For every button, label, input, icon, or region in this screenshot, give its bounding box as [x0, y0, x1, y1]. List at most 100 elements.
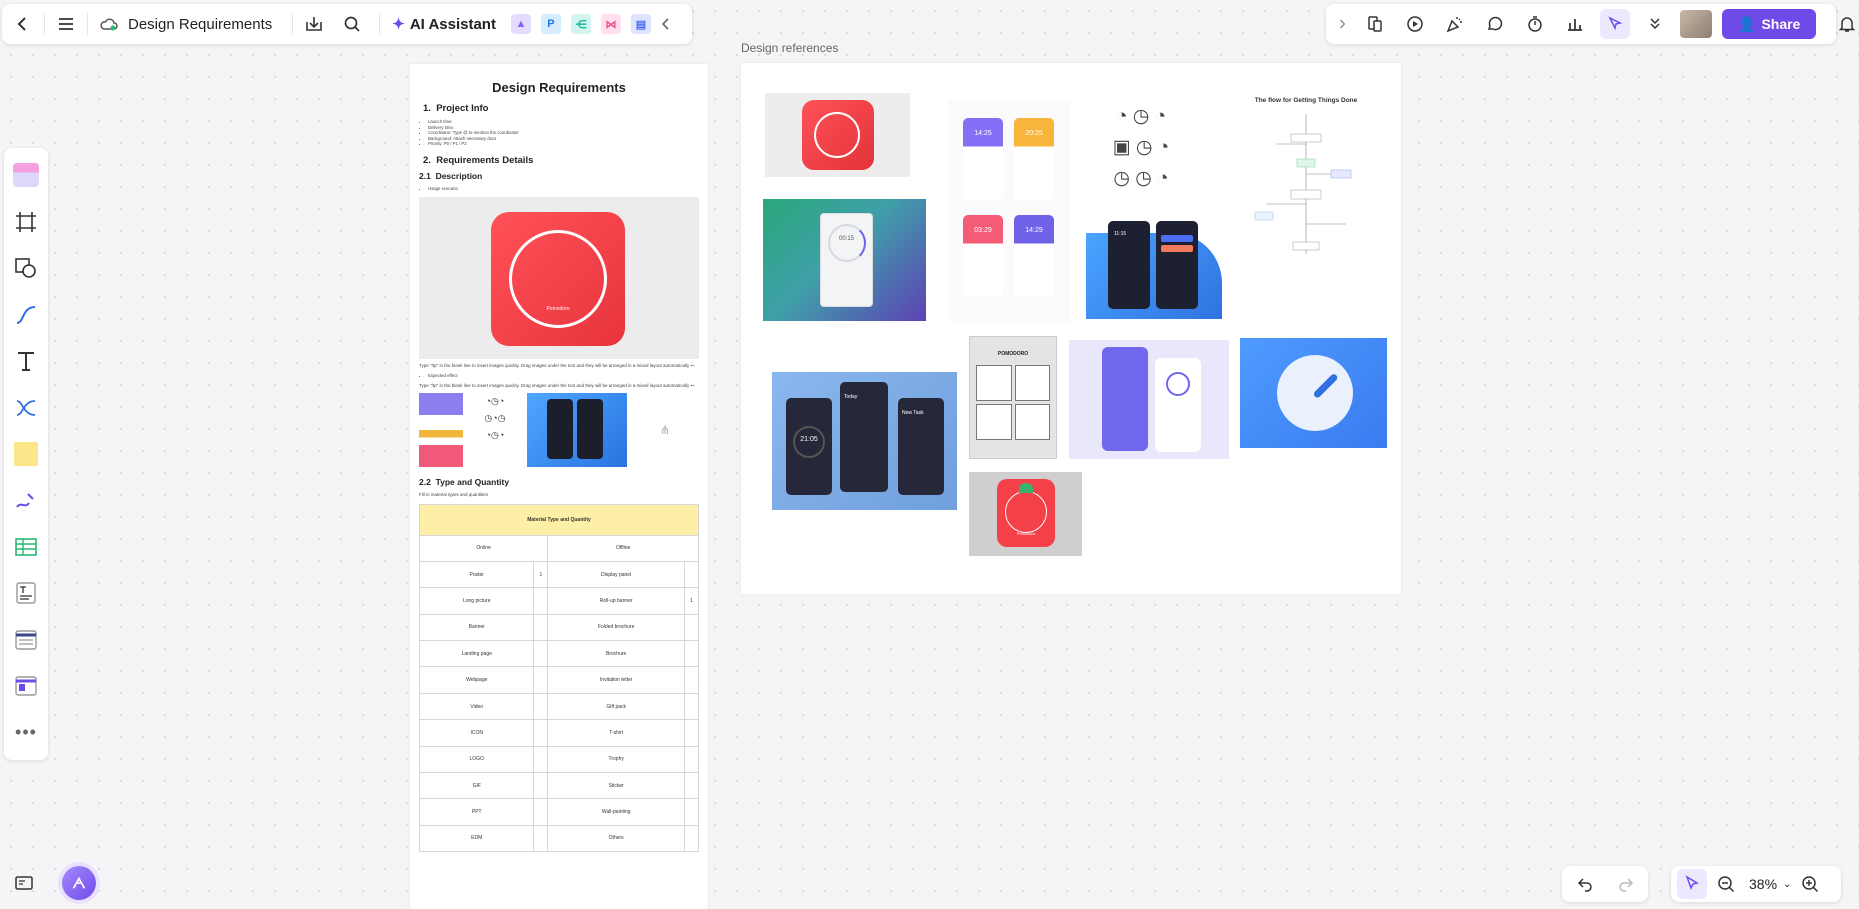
template-library-icon[interactable] — [11, 161, 41, 189]
ai-image-icon[interactable]: ▲ — [510, 14, 531, 34]
mindmap-tool-icon[interactable] — [11, 393, 41, 421]
ref-timer-gradient[interactable]: 00:15 — [763, 199, 926, 321]
table-cell[interactable]: 1 — [533, 560, 549, 589]
search-icon[interactable] — [337, 9, 367, 39]
select-cursor-icon[interactable] — [1677, 869, 1707, 899]
table-cell[interactable] — [684, 772, 699, 800]
table-cell[interactable] — [533, 692, 549, 721]
ai-assistant-button[interactable]: ✦ AI Assistant — [392, 15, 496, 34]
ref-blue-compass[interactable] — [1240, 338, 1387, 448]
ref-gtd-flowchart[interactable]: The flow for Getting Things Done — [1231, 97, 1381, 273]
table-cell[interactable] — [533, 587, 549, 615]
ref-pomodoro-icon[interactable] — [765, 93, 910, 177]
table-cell[interactable]: Banner — [418, 613, 535, 642]
table-cell[interactable] — [684, 798, 699, 826]
table-cell[interactable] — [533, 719, 549, 747]
zoom-dropdown-icon[interactable]: ⌄ — [1783, 879, 1791, 890]
sticky-note-icon[interactable] — [11, 440, 41, 468]
reference-image-strip[interactable]: ◔◷◔ ◷◔◷ ◔◷◔ ⋔ — [419, 392, 699, 467]
table-cell[interactable] — [533, 798, 549, 826]
table-cell[interactable] — [684, 824, 699, 853]
redo-icon[interactable] — [1611, 869, 1640, 899]
table-cell[interactable] — [684, 613, 699, 642]
table-cell[interactable]: GIF — [418, 772, 535, 800]
doc-card-icon[interactable] — [11, 672, 41, 700]
ai-flowchart-icon[interactable]: ⋈ — [600, 14, 621, 34]
ai-floating-icon[interactable]: ᗅ — [62, 866, 96, 900]
table-cell[interactable]: PPT — [418, 798, 535, 826]
list-card-icon[interactable] — [11, 626, 41, 654]
collapse-chevron-icon[interactable] — [656, 9, 676, 39]
avatar[interactable] — [1680, 10, 1712, 38]
table-cell[interactable] — [684, 692, 699, 721]
vote-icon[interactable] — [1560, 9, 1590, 39]
table-cell[interactable]: Folded brochure — [547, 613, 686, 642]
table-cell[interactable]: Video — [418, 692, 535, 721]
text-tool-icon[interactable] — [11, 347, 41, 375]
menu-icon[interactable] — [51, 9, 81, 39]
zoom-in-icon[interactable] — [1795, 869, 1825, 899]
table-cell[interactable]: Gift pack — [547, 692, 686, 721]
minimap-icon[interactable] — [9, 868, 39, 898]
expand-chevron-icon[interactable] — [1334, 9, 1350, 39]
table-cell[interactable] — [684, 745, 699, 774]
notification-bell-icon[interactable] — [1832, 9, 1859, 39]
table-cell[interactable] — [533, 824, 549, 853]
download-icon[interactable] — [299, 9, 329, 39]
ref-timer-icons[interactable]: ◔ ◷ ◔ ▣ ◷ ◔ ◷ ◷ ◔ — [1091, 101, 1191, 201]
laser-pointer-icon[interactable] — [1600, 9, 1630, 39]
table-cell[interactable] — [684, 560, 699, 589]
celebrate-icon[interactable] — [1440, 9, 1470, 39]
timer-icon[interactable] — [1520, 9, 1550, 39]
table-cell[interactable] — [533, 772, 549, 800]
requirements-doc[interactable]: Design Requirements 1. Project Info Laun… — [410, 64, 708, 909]
doc-title[interactable]: Design Requirements — [128, 16, 272, 33]
table-cell[interactable]: ICON — [418, 719, 535, 747]
table-cell[interactable]: T-shirt — [547, 719, 686, 747]
ai-chat-icon[interactable]: ▤ — [630, 14, 651, 34]
pomodoro-image[interactable]: Pomodoro — [419, 197, 699, 359]
table-cell[interactable]: Sticker — [547, 772, 686, 800]
shape-tool-icon[interactable] — [11, 254, 41, 282]
present-icon[interactable] — [1400, 9, 1430, 39]
pen-tool-icon[interactable] — [11, 486, 41, 514]
ref-tomato-icon[interactable]: Pomodoro — [969, 472, 1082, 556]
table-cell[interactable]: Poster — [418, 560, 535, 589]
connector-tool-icon[interactable] — [11, 300, 41, 328]
material-table[interactable]: Material Type and Quantity Online Offlin… — [418, 503, 699, 853]
zoom-level[interactable]: 38% — [1749, 876, 1777, 892]
ref-comic[interactable]: POMODORO — [969, 336, 1057, 459]
table-cell[interactable]: Long picture — [418, 587, 535, 615]
more-chevron-icon[interactable] — [1640, 9, 1670, 39]
table-cell[interactable]: LOGO — [418, 745, 535, 774]
table-cell[interactable]: Others — [547, 824, 686, 853]
table-cell[interactable] — [684, 719, 699, 747]
table-cell[interactable] — [684, 640, 699, 668]
table-cell[interactable] — [684, 666, 699, 694]
table-cell[interactable]: Invitation letter — [547, 666, 686, 694]
table-cell[interactable]: Roll-up banner — [547, 587, 686, 615]
frame-tool-icon[interactable] — [11, 207, 41, 235]
table-cell[interactable]: Brochure — [547, 640, 686, 668]
table-cell[interactable]: Trophy — [547, 745, 686, 774]
ref-dark-app[interactable]: 11:15 — [1086, 213, 1222, 319]
ref-gradient-phones[interactable]: 14:25 20:25 03:29 14:29 — [948, 100, 1070, 322]
zoom-out-icon[interactable] — [1711, 869, 1741, 899]
table-cell[interactable]: Display panel — [547, 560, 686, 589]
ref-purple-phones[interactable] — [1069, 340, 1229, 459]
table-cell[interactable] — [533, 666, 549, 694]
more-tools-icon[interactable]: ••• — [11, 719, 41, 747]
table-cell[interactable] — [533, 640, 549, 668]
table-cell[interactable] — [533, 613, 549, 642]
table-tool-icon[interactable] — [11, 533, 41, 561]
ref-dark-phones-blue[interactable]: 21:05 Today New Task — [772, 372, 957, 510]
back-icon[interactable] — [8, 9, 38, 39]
design-references-board[interactable]: 14:25 20:25 03:29 14:29 ◔ ◷ ◔ ▣ ◷ ◔ ◷ ◷ ◔ … — [741, 63, 1401, 594]
table-cell[interactable] — [533, 745, 549, 774]
table-cell[interactable]: EDM — [418, 824, 535, 853]
table-cell[interactable]: Landing page — [418, 640, 535, 668]
text-card-icon[interactable] — [11, 579, 41, 607]
comment-icon[interactable] — [1480, 9, 1510, 39]
share-button[interactable]: 👤 Share — [1722, 9, 1817, 39]
undo-icon[interactable] — [1570, 869, 1599, 899]
